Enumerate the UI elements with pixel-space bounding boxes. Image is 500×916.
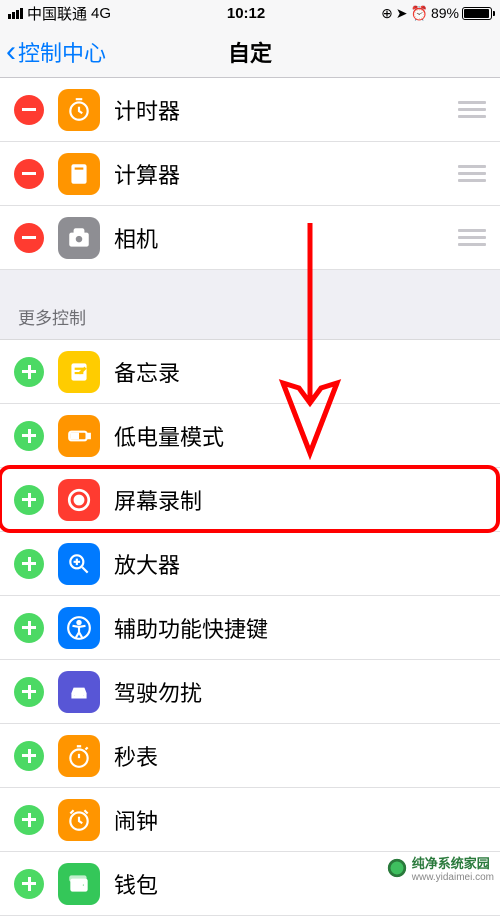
battery-pct: 89% [431, 5, 459, 21]
location-icon: ➤ [396, 5, 408, 22]
network-label: 4G [91, 5, 111, 22]
more-row-lowpower: 低电量模式 [0, 404, 500, 468]
add-button[interactable] [14, 805, 44, 835]
more-row-magnifier: 放大器 [0, 532, 500, 596]
row-label: 秒表 [114, 740, 486, 772]
status-time: 10:12 [111, 5, 381, 22]
notes-icon [58, 351, 100, 393]
more-row-car: 驾驶勿扰 [0, 660, 500, 724]
wallet-icon [58, 863, 100, 905]
row-label: 计算器 [114, 158, 440, 190]
row-label: 低电量模式 [114, 420, 486, 452]
lowpower-icon [58, 415, 100, 457]
included-row-calculator: 计算器 [0, 142, 500, 206]
add-button[interactable] [14, 613, 44, 643]
reorder-grip-icon[interactable] [454, 101, 486, 118]
add-button[interactable] [14, 421, 44, 451]
row-label: 备忘录 [114, 356, 486, 388]
watermark: 纯净系统家园 www.yidaimei.com [386, 853, 494, 883]
camera-icon [58, 217, 100, 259]
included-list: 计时器计算器相机 [0, 78, 500, 270]
more-controls-header: 更多控制 [0, 270, 500, 340]
more-row-record: 屏幕录制 [0, 468, 500, 532]
remove-button[interactable] [14, 159, 44, 189]
back-label: 控制中心 [18, 36, 106, 68]
watermark-url: www.yidaimei.com [412, 872, 494, 883]
more-row-stopwatch: 秒表 [0, 724, 500, 788]
magnifier-icon [58, 543, 100, 585]
nav-bar: ‹ 控制中心 自定 [0, 26, 500, 78]
add-button[interactable] [14, 485, 44, 515]
add-button[interactable] [14, 741, 44, 771]
row-label: 计时器 [114, 94, 440, 126]
carrier-label: 中国联通 [27, 3, 87, 24]
more-list: 备忘录低电量模式屏幕录制放大器辅助功能快捷键驾驶勿扰秒表闹钟钱包 [0, 340, 500, 916]
watermark-brand: 纯净系统家园 [412, 856, 490, 871]
included-row-camera: 相机 [0, 206, 500, 270]
lock-icon: ⊕ [381, 5, 393, 22]
timer-icon [58, 89, 100, 131]
stopwatch-icon [58, 735, 100, 777]
car-icon [58, 671, 100, 713]
add-button[interactable] [14, 869, 44, 899]
included-row-timer: 计时器 [0, 78, 500, 142]
add-button[interactable] [14, 357, 44, 387]
row-label: 辅助功能快捷键 [114, 612, 486, 644]
alarm-icon [58, 799, 100, 841]
row-label: 屏幕录制 [114, 484, 486, 516]
accessibility-icon [58, 607, 100, 649]
row-label: 闹钟 [114, 804, 486, 836]
calculator-icon [58, 153, 100, 195]
status-bar: 中国联通 4G 10:12 ⊕ ➤ ⏰ 89% [0, 0, 500, 26]
row-label: 相机 [114, 222, 440, 254]
status-right: ⊕ ➤ ⏰ 89% [381, 5, 492, 22]
remove-button[interactable] [14, 223, 44, 253]
more-row-alarm: 闹钟 [0, 788, 500, 852]
alarm-icon: ⏰ [411, 5, 428, 22]
more-row-notes: 备忘录 [0, 340, 500, 404]
row-label: 驾驶勿扰 [114, 676, 486, 708]
battery-icon [462, 7, 492, 20]
record-icon [58, 479, 100, 521]
remove-button[interactable] [14, 95, 44, 125]
status-left: 中国联通 4G [8, 3, 111, 24]
add-button[interactable] [14, 549, 44, 579]
row-label: 放大器 [114, 548, 486, 580]
more-row-accessibility: 辅助功能快捷键 [0, 596, 500, 660]
watermark-logo-icon [386, 857, 408, 879]
add-button[interactable] [14, 677, 44, 707]
reorder-grip-icon[interactable] [454, 229, 486, 246]
signal-icon [8, 8, 23, 19]
back-button[interactable]: ‹ 控制中心 [0, 35, 106, 69]
chevron-left-icon: ‹ [6, 35, 16, 69]
reorder-grip-icon[interactable] [454, 165, 486, 182]
